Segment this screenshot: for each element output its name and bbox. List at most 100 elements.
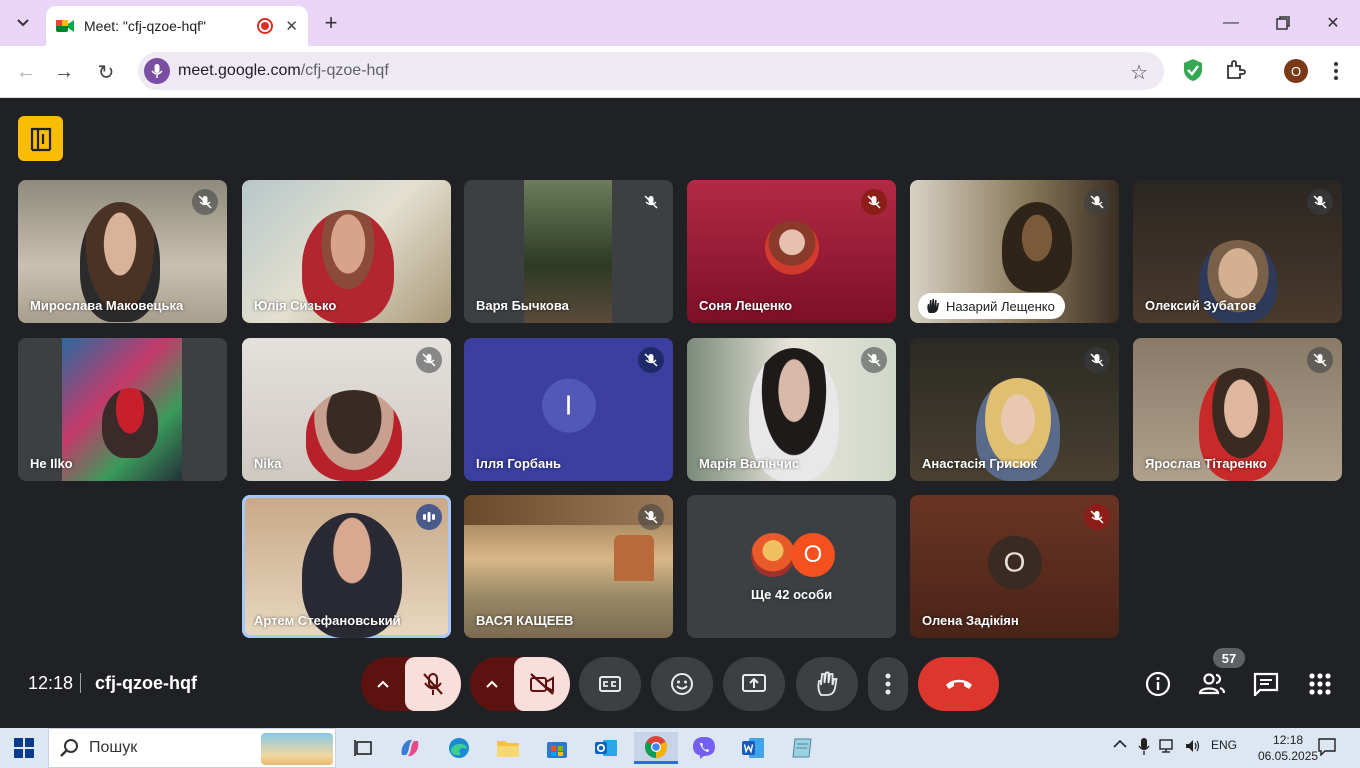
microphone-tray-icon[interactable]: [1138, 738, 1150, 759]
people-button[interactable]: [1198, 670, 1226, 698]
viber-icon[interactable]: [684, 732, 724, 764]
search-highlight-image: [261, 733, 333, 765]
participant-avatar: O: [987, 535, 1042, 590]
participant-tile[interactable]: O Олена Задікіян: [910, 495, 1119, 638]
more-participants-tile[interactable]: O Ще 42 особи: [687, 495, 896, 638]
participant-name: Марія Валінчис: [699, 456, 800, 471]
divider: [80, 673, 81, 693]
raised-hand-name-pill: Назарий Лещенко: [918, 293, 1065, 319]
tab-search-chevron-icon[interactable]: [10, 10, 36, 36]
file-explorer-icon[interactable]: [488, 732, 528, 764]
bookmark-star-icon[interactable]: ☆: [1130, 60, 1148, 85]
camera-toggle-button[interactable]: [514, 657, 570, 711]
extensions-puzzle-icon[interactable]: [1224, 58, 1248, 82]
participant-tile[interactable]: Мирослава Маковецька: [18, 180, 227, 323]
participant-name: Nika: [254, 456, 282, 471]
windows-start-icon[interactable]: [14, 738, 34, 758]
camera-control-group: [470, 657, 570, 711]
participant-tile[interactable]: Олексий Зубатов: [1133, 180, 1342, 323]
mic-off-icon: [861, 189, 887, 215]
outlook-icon[interactable]: [586, 732, 626, 764]
mic-off-icon: [192, 189, 218, 215]
windows-taskbar: Пошук ENG 12:18 06.05.2025: [0, 728, 1360, 768]
microphone-control-group: [361, 657, 461, 711]
search-icon: [60, 739, 78, 757]
participant-name: Ілля Горбань: [476, 456, 562, 471]
participant-tile[interactable]: Ярослав Тітаренко: [1133, 338, 1342, 481]
participant-tile[interactable]: Nika: [242, 338, 451, 481]
meet-app-logo-icon[interactable]: [18, 116, 63, 161]
microsoft-store-icon[interactable]: [537, 732, 577, 764]
participant-tile[interactable]: Юлія Сизько: [242, 180, 451, 323]
address-bar[interactable]: meet.google.com/cfj-qzoe-hqf ☆: [138, 52, 1164, 90]
leave-call-button[interactable]: [918, 657, 999, 711]
activities-button[interactable]: [1306, 670, 1334, 698]
word-icon[interactable]: [733, 732, 773, 764]
participant-tile[interactable]: Варя Бычкова: [464, 180, 673, 323]
mic-off-icon: [638, 504, 664, 530]
volume-tray-icon[interactable]: [1185, 738, 1201, 757]
info-icon: [1145, 671, 1171, 697]
microphone-in-use-icon[interactable]: [144, 58, 170, 84]
forward-arrow-icon[interactable]: →: [50, 58, 78, 86]
participant-count-badge: 57: [1213, 648, 1245, 668]
back-arrow-icon[interactable]: ←: [12, 58, 40, 86]
participant-name: Артем Стефановський: [254, 613, 401, 628]
security-extension-icon[interactable]: [1182, 58, 1204, 82]
participant-video: [306, 390, 402, 481]
participant-tile[interactable]: Назарий Лещенко: [910, 180, 1119, 323]
video-options-chevron-icon[interactable]: [470, 657, 514, 711]
participant-tile[interactable]: Анастасія Грисюк: [910, 338, 1119, 481]
notifications-icon[interactable]: [1318, 738, 1336, 759]
chat-button[interactable]: [1252, 670, 1280, 698]
mic-off-icon: [638, 347, 664, 373]
chrome-taskbar-icon[interactable]: [634, 732, 678, 764]
participant-tile[interactable]: Марія Валінчис: [687, 338, 896, 481]
new-tab-button[interactable]: +: [318, 10, 344, 36]
participant-name: Назарий Лещенко: [946, 298, 1055, 314]
meeting-details-button[interactable]: [1144, 670, 1172, 698]
participant-tile[interactable]: ВАСЯ КАЩЕЕВ: [464, 495, 673, 638]
mic-off-icon: [638, 189, 664, 215]
task-view-icon[interactable]: [344, 732, 384, 764]
input-language-indicator[interactable]: ENG: [1211, 738, 1237, 752]
close-tab-icon[interactable]: ✕: [285, 17, 298, 35]
participant-tile[interactable]: Не Ilko: [18, 338, 227, 481]
hang-up-icon: [945, 679, 972, 689]
profile-avatar[interactable]: O: [1284, 59, 1308, 83]
participant-tile[interactable]: I Ілля Горбань: [464, 338, 673, 481]
audio-options-chevron-icon[interactable]: [361, 657, 405, 711]
mic-off-icon: [1307, 189, 1333, 215]
edge-browser-icon[interactable]: [439, 732, 479, 764]
emoji-reactions-button[interactable]: [651, 657, 713, 711]
copilot-icon[interactable]: [390, 732, 430, 764]
restore-button[interactable]: [1268, 10, 1298, 36]
minimize-button[interactable]: —: [1216, 10, 1246, 36]
captions-button[interactable]: [579, 657, 641, 711]
participant-name: Анастасія Грисюк: [922, 456, 1037, 471]
reload-icon[interactable]: ↻: [92, 58, 120, 86]
taskbar-date: 06.05.2025: [1258, 749, 1319, 763]
closed-captions-icon: [599, 676, 621, 692]
participant-name: Олена Задікіян: [922, 613, 1019, 628]
close-window-button[interactable]: ✕: [1318, 10, 1348, 36]
taskbar-clock[interactable]: 12:18 06.05.2025: [1258, 732, 1318, 764]
browser-tab-meet[interactable]: Meet: "cfj-qzoe-hqf" ✕: [46, 6, 308, 46]
participant-tile-active-speaker[interactable]: Артем Стефановський: [242, 495, 451, 638]
participant-avatar: [764, 220, 819, 275]
participant-name: Олексий Зубатов: [1145, 298, 1257, 313]
speaking-indicator-icon: [416, 504, 442, 530]
show-hidden-icons-icon[interactable]: [1113, 738, 1127, 752]
participant-tile[interactable]: Соня Лещенко: [687, 180, 896, 323]
microphone-toggle-button[interactable]: [405, 657, 461, 711]
browser-menu-icon[interactable]: [1326, 58, 1346, 84]
taskbar-search-box[interactable]: Пошук: [48, 728, 336, 768]
more-options-button[interactable]: [868, 657, 908, 711]
camera-off-icon: [530, 673, 554, 695]
raise-hand-button[interactable]: [796, 657, 858, 711]
mic-off-icon: [1084, 347, 1110, 373]
network-tray-icon[interactable]: [1159, 738, 1177, 757]
present-screen-button[interactable]: [723, 657, 785, 711]
participant-name: Мирослава Маковецька: [30, 298, 184, 313]
notes-app-icon[interactable]: [782, 732, 822, 764]
